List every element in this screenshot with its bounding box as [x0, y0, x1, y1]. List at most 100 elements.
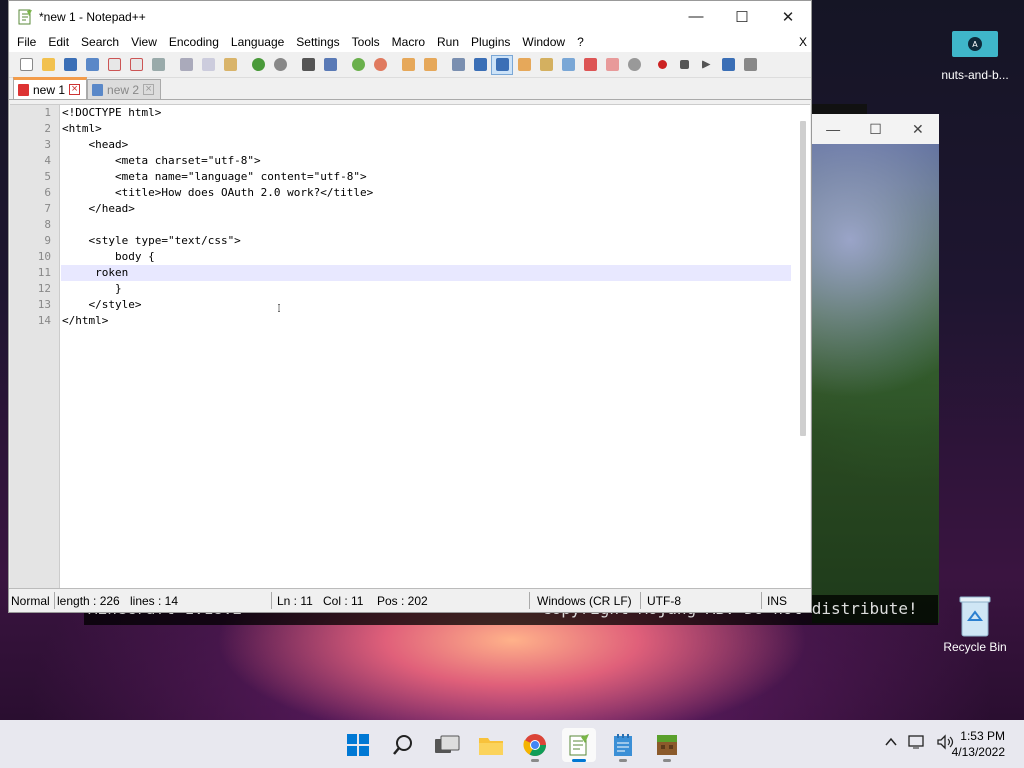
desktop-shortcut[interactable]: A nuts-and-b... — [934, 24, 1016, 82]
file-explorer-button[interactable] — [474, 728, 508, 762]
copy-icon[interactable] — [197, 55, 219, 75]
tab-new-1[interactable]: new 1 × — [13, 77, 88, 99]
redo-icon[interactable] — [269, 55, 291, 75]
menu-search[interactable]: Search — [75, 32, 125, 52]
sync-horizontal-icon[interactable] — [419, 55, 441, 75]
code-line[interactable]: roken — [62, 266, 128, 279]
chevron-up-icon[interactable] — [884, 735, 898, 749]
notepad-taskbar-button[interactable] — [606, 728, 640, 762]
indent-guide-icon[interactable] — [491, 54, 513, 75]
code-line[interactable]: body { — [62, 250, 155, 263]
close-file-icon[interactable] — [103, 55, 125, 75]
maximize-icon[interactable]: ☐ — [854, 121, 896, 138]
notepad-app-icon — [18, 9, 32, 24]
find-icon[interactable] — [297, 55, 319, 75]
menu-edit[interactable]: Edit — [42, 32, 75, 52]
line-number: 11 — [37, 266, 51, 279]
status-eol[interactable]: Windows (CR LF) — [537, 594, 632, 608]
menu-macro[interactable]: Macro — [386, 32, 431, 52]
monitor-eye-icon[interactable] — [623, 55, 645, 75]
code-line[interactable]: <!DOCTYPE html> — [62, 106, 161, 119]
save-icon[interactable] — [59, 55, 81, 75]
recycle-bin[interactable]: Recycle Bin — [935, 596, 1015, 654]
menu-window[interactable]: Window — [516, 32, 571, 52]
window-titlebar[interactable]: *new 1 - Notepad++ — ☐ ✕ — [9, 1, 811, 32]
chrome-icon — [523, 734, 546, 756]
folder-workspace-icon[interactable] — [579, 55, 601, 75]
line-number: 7 — [44, 202, 51, 215]
menu-plugins[interactable]: Plugins — [465, 32, 516, 52]
menu-language[interactable]: Language — [225, 32, 290, 52]
network-icon[interactable] — [908, 734, 926, 750]
show-all-characters-icon[interactable] — [469, 55, 491, 75]
start-button[interactable] — [341, 728, 375, 762]
code-line[interactable]: <meta name="language" content="utf-8"> — [62, 170, 367, 183]
code-line[interactable]: </style> — [62, 298, 141, 311]
doc-map-icon[interactable] — [535, 55, 557, 75]
task-view-button[interactable] — [430, 728, 464, 762]
function-list-icon[interactable] — [557, 55, 579, 75]
save-all-icon[interactable] — [81, 55, 103, 75]
notepad-plus-plus-taskbar-button[interactable] — [562, 728, 596, 762]
print-icon[interactable] — [147, 55, 169, 75]
undo-icon[interactable] — [247, 55, 269, 75]
vertical-scrollbar[interactable] — [800, 121, 806, 436]
tab-close-icon[interactable]: × — [143, 84, 155, 95]
code-line[interactable]: <style type="text/css"> — [62, 234, 240, 247]
menu-view[interactable]: View — [125, 32, 163, 52]
clock[interactable]: 1:53 PM 4/13/2022 — [952, 728, 1005, 760]
save-macro-icon[interactable] — [739, 55, 761, 75]
toolbar — [9, 52, 811, 78]
close-all-icon[interactable] — [125, 55, 147, 75]
run-macro-multiple-icon[interactable] — [717, 55, 739, 75]
code-line[interactable]: </html> — [62, 314, 108, 327]
menu-help[interactable]: ? — [571, 32, 590, 52]
shortcut-icon: A — [952, 24, 998, 64]
zoom-in-icon[interactable] — [347, 55, 369, 75]
code-line[interactable]: <head> — [62, 138, 128, 151]
cut-icon[interactable] — [175, 55, 197, 75]
code-line[interactable]: <html> — [62, 122, 102, 135]
word-wrap-icon[interactable] — [447, 55, 469, 75]
paste-icon[interactable] — [219, 55, 241, 75]
menu-file[interactable]: File — [11, 32, 42, 52]
search-button[interactable] — [386, 728, 420, 762]
zoom-out-icon[interactable] — [369, 55, 391, 75]
user-language-icon[interactable] — [513, 55, 535, 75]
menu-tools[interactable]: Tools — [346, 32, 386, 52]
code-line[interactable]: <title>How does OAuth 2.0 work?</title> — [62, 186, 373, 199]
minecraft-game-view[interactable] — [812, 144, 939, 623]
menu-settings[interactable]: Settings — [290, 32, 345, 52]
code-editor[interactable]: 1 2 3 4 5 6 7 8 9 10 11 12 13 14 <!DOCTYPE html> <html… — [10, 104, 810, 588]
close-icon[interactable]: ✕ — [897, 121, 939, 138]
replace-icon[interactable] — [319, 55, 341, 75]
minecraft-window[interactable]: — ☐ ✕ — [812, 114, 939, 623]
minecraft-titlebar[interactable]: — ☐ ✕ — [812, 114, 939, 144]
close-button[interactable]: ✕ — [765, 1, 811, 32]
line-number: 13 — [37, 298, 51, 311]
tab-new-2[interactable]: new 2 × — [87, 79, 162, 99]
menu-encoding[interactable]: Encoding — [163, 32, 225, 52]
minimize-button[interactable]: — — [673, 1, 719, 32]
new-file-icon[interactable] — [15, 55, 37, 75]
minecraft-taskbar-button[interactable] — [650, 728, 684, 762]
menu-run[interactable]: Run — [431, 32, 465, 52]
code-line[interactable]: </head> — [62, 202, 134, 215]
play-macro-icon[interactable] — [695, 55, 717, 75]
maximize-button[interactable]: ☐ — [719, 1, 765, 32]
status-encoding[interactable]: UTF-8 — [647, 594, 681, 608]
status-ins[interactable]: INS — [767, 594, 787, 608]
open-file-icon[interactable] — [37, 55, 59, 75]
code-line[interactable]: } — [62, 282, 122, 295]
close-document-button[interactable]: X — [799, 32, 807, 52]
record-macro-icon[interactable] — [651, 55, 673, 75]
tab-close-icon[interactable]: × — [69, 84, 81, 95]
task-view-icon — [435, 735, 460, 753]
monitoring-icon[interactable] — [601, 55, 623, 75]
chrome-button[interactable] — [518, 728, 552, 762]
notepad-plus-plus-window[interactable]: *new 1 - Notepad++ — ☐ ✕ File Edit Searc… — [8, 0, 812, 613]
code-line[interactable]: <meta charset="utf-8"> — [62, 154, 261, 167]
stop-macro-icon[interactable] — [673, 55, 695, 75]
minimize-icon[interactable]: — — [812, 121, 854, 137]
sync-vertical-icon[interactable] — [397, 55, 419, 75]
